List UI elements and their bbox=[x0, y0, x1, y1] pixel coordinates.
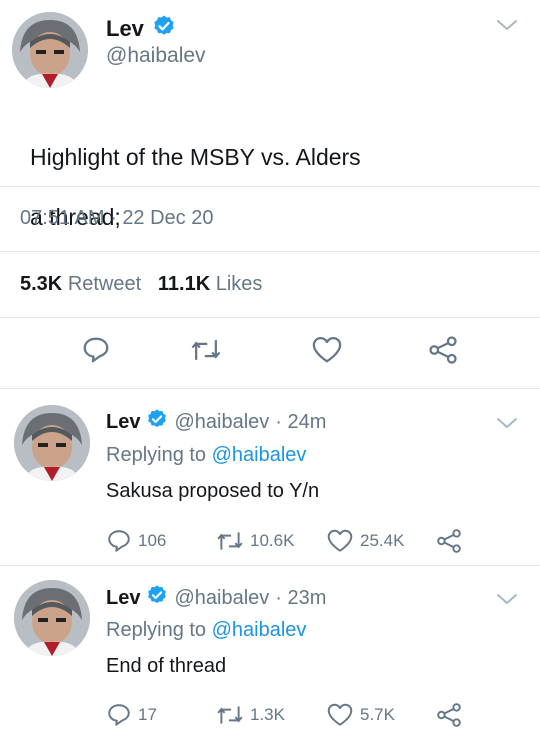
divider bbox=[0, 388, 540, 389]
reply-button[interactable]: 17 bbox=[106, 702, 157, 728]
replying-to: Replying to @haibalev bbox=[106, 444, 306, 467]
tweet-date: 22 Dec 20 bbox=[122, 207, 214, 229]
user-handle[interactable]: @haibalev bbox=[174, 411, 269, 434]
retweet-button[interactable]: 1.3K bbox=[216, 702, 285, 728]
tweet-stats: 5.3K Retweet 11.1K Likes bbox=[20, 273, 262, 296]
avatar-image bbox=[12, 12, 88, 88]
user-name-row: Lev bbox=[106, 14, 176, 44]
retweet-button[interactable]: 10.6K bbox=[216, 528, 294, 554]
chevron-down-icon[interactable] bbox=[496, 18, 518, 37]
user-handle[interactable]: @haibalev bbox=[106, 44, 206, 68]
chevron-down-icon[interactable] bbox=[496, 592, 518, 611]
replying-to-prefix: Replying to bbox=[106, 619, 207, 641]
tweet-timestamp[interactable]: 07:51 AM · 22 Dec 20 bbox=[20, 207, 213, 230]
retweet-icon bbox=[217, 532, 243, 550]
avatar[interactable] bbox=[12, 12, 88, 88]
reply-bubble-icon bbox=[108, 530, 130, 552]
retweet-count: 10.6K bbox=[250, 531, 295, 550]
share-icon bbox=[437, 703, 461, 727]
user-name[interactable]: Lev bbox=[106, 16, 144, 42]
like-count: 25.4K bbox=[360, 531, 405, 550]
avatar[interactable] bbox=[14, 580, 90, 656]
avatar-image bbox=[14, 405, 90, 481]
share-icon bbox=[437, 529, 461, 553]
reply-count: 106 bbox=[138, 531, 167, 550]
tweet-text: Highlight of the MSBY vs. Alders a threa… bbox=[30, 112, 361, 262]
verified-badge-icon bbox=[146, 408, 168, 436]
reply-text: Sakusa proposed to Y/n bbox=[106, 480, 320, 502]
avatar-image bbox=[14, 580, 90, 656]
heart-icon bbox=[312, 337, 342, 363]
retweet-button[interactable] bbox=[190, 335, 222, 365]
divider bbox=[0, 565, 540, 566]
retweet-icon bbox=[217, 706, 243, 724]
reply-time: · 24m bbox=[275, 410, 327, 433]
share-button[interactable] bbox=[436, 702, 462, 728]
heart-icon bbox=[327, 703, 353, 726]
divider bbox=[0, 251, 540, 252]
like-count: 5.7K bbox=[360, 705, 395, 724]
tweet-time: 07:51 AM bbox=[20, 207, 105, 229]
replying-to-prefix: Replying to bbox=[106, 444, 207, 466]
reply-header: Lev @haibalev · 24m bbox=[106, 408, 326, 436]
share-button[interactable] bbox=[436, 528, 462, 554]
replying-to-link[interactable]: @haibalev bbox=[212, 619, 307, 641]
retweet-icon bbox=[191, 340, 221, 360]
user-name[interactable]: Lev bbox=[106, 587, 140, 610]
reply-button[interactable]: 106 bbox=[106, 528, 166, 554]
retweets-label: Retweet bbox=[67, 273, 142, 295]
retweets-stat[interactable]: 5.3K Retweet bbox=[20, 273, 147, 295]
divider bbox=[0, 317, 540, 318]
divider bbox=[0, 186, 540, 187]
heart-icon bbox=[327, 529, 353, 552]
likes-label: Likes bbox=[215, 273, 263, 295]
user-handle[interactable]: @haibalev bbox=[174, 587, 269, 610]
chevron-down-icon[interactable] bbox=[496, 416, 518, 435]
reply-bubble-icon bbox=[83, 337, 109, 363]
likes-stat[interactable]: 11.1K Likes bbox=[158, 273, 263, 295]
retweets-count: 5.3K bbox=[20, 273, 63, 295]
reply-bubble-icon bbox=[108, 704, 130, 726]
user-name[interactable]: Lev bbox=[106, 411, 140, 434]
like-button[interactable] bbox=[310, 335, 344, 365]
replying-to: Replying to @haibalev bbox=[106, 619, 306, 642]
reply-header: Lev @haibalev · 23m bbox=[106, 584, 326, 612]
reply-time: · 23m bbox=[275, 586, 327, 609]
tweet-text-line: Highlight of the MSBY vs. Alders bbox=[30, 144, 361, 170]
retweet-count: 1.3K bbox=[250, 705, 285, 724]
reply-button[interactable] bbox=[81, 335, 111, 365]
like-button[interactable]: 25.4K bbox=[326, 528, 404, 554]
replying-to-link[interactable]: @haibalev bbox=[212, 444, 307, 466]
verified-badge-icon bbox=[146, 584, 168, 612]
reply-text: End of thread bbox=[106, 655, 227, 677]
verified-badge-icon bbox=[152, 14, 176, 44]
likes-count: 11.1K bbox=[157, 273, 211, 295]
like-button[interactable]: 5.7K bbox=[326, 702, 395, 728]
share-button[interactable] bbox=[427, 335, 459, 365]
reply-count: 17 bbox=[138, 705, 157, 724]
separator-dot: · bbox=[110, 207, 117, 229]
avatar[interactable] bbox=[14, 405, 90, 481]
share-icon bbox=[429, 336, 457, 364]
